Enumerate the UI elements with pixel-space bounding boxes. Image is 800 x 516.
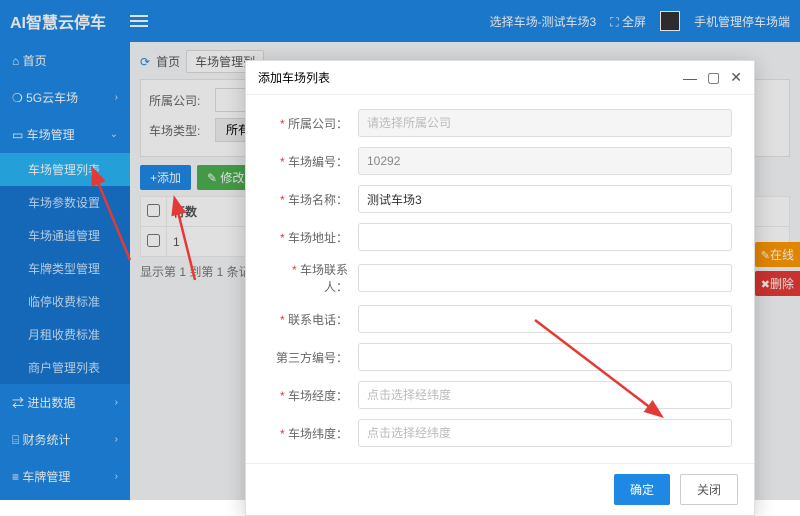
- add-parking-modal: 添加车场列表 ― ▢ ✕ 所属公司： 车场编号： 车场名称： 车场地址： 车场联…: [245, 60, 755, 516]
- cancel-button[interactable]: 关闭: [680, 474, 738, 505]
- field-third-input[interactable]: [358, 343, 732, 371]
- maximize-icon[interactable]: ▢: [707, 69, 720, 86]
- modal-footer: 确定 关闭: [246, 463, 754, 515]
- modal-header: 添加车场列表 ― ▢ ✕: [246, 61, 754, 95]
- field-contact-input[interactable]: [358, 264, 732, 292]
- field-lng-label: 车场经度：: [268, 387, 358, 404]
- field-phone-input[interactable]: [358, 305, 732, 333]
- field-code-label: 车场编号：: [268, 153, 358, 170]
- field-lat-label: 车场纬度：: [268, 425, 358, 442]
- minimize-icon[interactable]: ―: [683, 70, 697, 86]
- confirm-button[interactable]: 确定: [614, 474, 670, 505]
- field-code-input[interactable]: [358, 147, 732, 175]
- field-lat-input[interactable]: [358, 419, 732, 447]
- field-contact-label: 车场联系人：: [268, 261, 358, 295]
- field-addr-label: 车场地址：: [268, 229, 358, 246]
- field-addr-input[interactable]: [358, 223, 732, 251]
- field-third-label: 第三方编号：: [268, 349, 358, 366]
- field-name-input[interactable]: [358, 185, 732, 213]
- field-name-label: 车场名称：: [268, 191, 358, 208]
- close-icon[interactable]: ✕: [730, 69, 742, 86]
- field-company-label: 所属公司：: [268, 115, 358, 132]
- field-company-input[interactable]: [358, 109, 732, 137]
- modal-title: 添加车场列表: [258, 69, 330, 86]
- modal-body: 所属公司： 车场编号： 车场名称： 车场地址： 车场联系人： 联系电话： 第三方…: [246, 95, 754, 463]
- field-phone-label: 联系电话：: [268, 311, 358, 328]
- field-lng-input[interactable]: [358, 381, 732, 409]
